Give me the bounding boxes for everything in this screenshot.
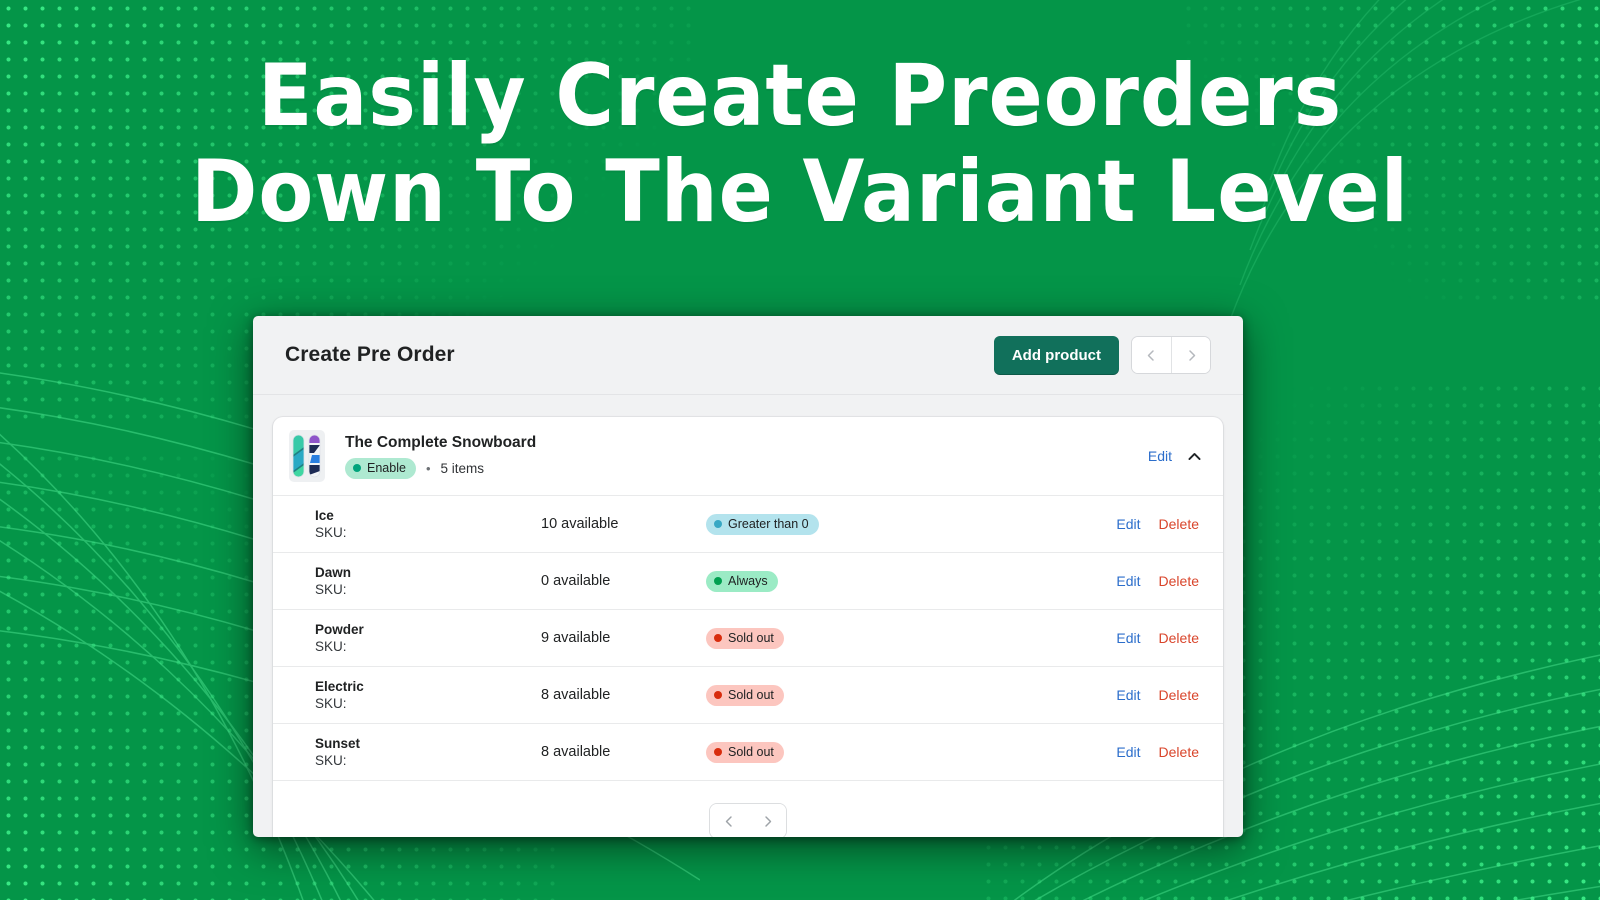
header-pagination bbox=[1131, 336, 1211, 374]
variant-name-cell: Ice SKU: bbox=[289, 507, 541, 541]
product-header-row: The Complete Snowboard Enable • 5 items … bbox=[273, 417, 1223, 495]
product-meta: Enable • 5 items bbox=[345, 457, 1134, 479]
page-title: Create Pre Order bbox=[285, 343, 455, 366]
variant-availability: 0 available bbox=[541, 573, 611, 589]
headline-line-2: Down To The Variant Level bbox=[191, 142, 1409, 242]
variant-edit-link[interactable]: Edit bbox=[1116, 687, 1140, 703]
variant-badge-cell: Greater than 0 bbox=[706, 513, 1116, 535]
header-next-page-button[interactable] bbox=[1171, 337, 1210, 373]
variant-edit-link[interactable]: Edit bbox=[1116, 630, 1140, 646]
variant-row: Electric SKU: 8 available Sold out Edit Delet… bbox=[273, 666, 1223, 723]
variant-sku: SKU: bbox=[315, 696, 347, 711]
variant-availability: 8 available bbox=[541, 687, 611, 703]
variant-row: Dawn SKU: 0 available Always Edit Delete bbox=[273, 552, 1223, 609]
variant-availability: 10 available bbox=[541, 516, 619, 532]
variant-status-badge: Greater than 0 bbox=[706, 513, 819, 535]
variant-delete-link[interactable]: Delete bbox=[1159, 516, 1199, 532]
variant-sku: SKU: bbox=[315, 525, 347, 540]
variant-sku: SKU: bbox=[315, 639, 347, 654]
chevron-right-icon bbox=[1188, 349, 1195, 361]
variant-delete-link[interactable]: Delete bbox=[1159, 687, 1199, 703]
variant-delete-link[interactable]: Delete bbox=[1159, 744, 1199, 760]
headline: Easily Create Preorders Down To The Vari… bbox=[0, 48, 1600, 240]
footer-next-page-button[interactable] bbox=[748, 804, 786, 837]
app-window: Create Pre Order Add product The Complet… bbox=[253, 316, 1243, 837]
headline-line-1: Easily Create Preorders bbox=[257, 46, 1343, 146]
chevron-left-icon bbox=[1147, 349, 1154, 361]
status-dot-icon bbox=[714, 577, 722, 585]
variant-status-badge: Sold out bbox=[706, 741, 784, 763]
variant-status-label: Sold out bbox=[728, 744, 774, 759]
variant-status-badge: Sold out bbox=[706, 684, 784, 706]
variant-rows: Ice SKU: 10 available Greater than 0 Edit Del… bbox=[273, 495, 1223, 780]
variant-name: Ice bbox=[315, 508, 334, 523]
footer-prev-page-button[interactable] bbox=[710, 804, 748, 837]
status-dot-icon bbox=[714, 691, 722, 699]
variant-status-badge: Sold out bbox=[706, 627, 784, 649]
variant-name: Sunset bbox=[315, 736, 361, 751]
variant-sku: SKU: bbox=[315, 753, 347, 768]
product-card: The Complete Snowboard Enable • 5 items … bbox=[273, 417, 1223, 837]
header-actions: Add product bbox=[993, 335, 1211, 375]
variant-badge-cell: Sold out bbox=[706, 627, 1116, 649]
product-edit-link[interactable]: Edit bbox=[1148, 448, 1172, 464]
variant-status-label: Sold out bbox=[728, 687, 774, 702]
variant-badge-cell: Sold out bbox=[706, 741, 1116, 763]
chevron-left-icon bbox=[725, 815, 732, 827]
variant-delete-link[interactable]: Delete bbox=[1159, 573, 1199, 589]
window-header: Create Pre Order Add product bbox=[253, 316, 1243, 395]
variant-name-cell: Dawn SKU: bbox=[289, 564, 541, 598]
variant-name-cell: Electric SKU: bbox=[289, 678, 541, 712]
status-dot-icon bbox=[714, 748, 722, 756]
footer-pagination bbox=[709, 803, 787, 837]
status-dot-icon bbox=[714, 520, 722, 528]
variant-availability: 9 available bbox=[541, 630, 611, 646]
status-dot-icon bbox=[353, 464, 361, 472]
variant-sku: SKU: bbox=[315, 582, 347, 597]
product-status-label: Enable bbox=[367, 460, 406, 475]
variant-status-label: Sold out bbox=[728, 630, 774, 645]
variant-edit-link[interactable]: Edit bbox=[1116, 516, 1140, 532]
variant-edit-link[interactable]: Edit bbox=[1116, 573, 1140, 589]
product-status-badge: Enable bbox=[345, 457, 416, 479]
variant-status-label: Always bbox=[728, 573, 768, 588]
snowboard-thumbnail-icon bbox=[292, 434, 321, 478]
product-header-actions: Edit bbox=[1148, 448, 1203, 465]
product-name: The Complete Snowboard bbox=[345, 433, 537, 451]
chevron-up-icon bbox=[1188, 452, 1201, 460]
variant-name: Electric bbox=[315, 679, 364, 694]
variant-name: Dawn bbox=[315, 565, 352, 580]
product-collapse-toggle[interactable] bbox=[1186, 448, 1203, 465]
variant-status-badge: Always bbox=[706, 570, 778, 592]
chevron-right-icon bbox=[764, 815, 771, 827]
variant-name: Powder bbox=[315, 622, 364, 637]
variant-badge-cell: Always bbox=[706, 570, 1116, 592]
variant-row: Sunset SKU: 8 available Sold out Edit Delete bbox=[273, 723, 1223, 780]
variant-actions: Edit Delete bbox=[1116, 744, 1203, 760]
variant-actions: Edit Delete bbox=[1116, 573, 1203, 589]
variant-edit-link[interactable]: Edit bbox=[1116, 744, 1140, 760]
snowboard-thumbnail bbox=[289, 430, 325, 482]
product-info: The Complete Snowboard Enable • 5 items bbox=[339, 434, 1134, 479]
variant-name-cell: Powder SKU: bbox=[289, 621, 541, 655]
status-dot-icon bbox=[714, 634, 722, 642]
variant-badge-cell: Sold out bbox=[706, 684, 1116, 706]
add-product-button[interactable]: Add product bbox=[993, 335, 1119, 375]
header-prev-page-button[interactable] bbox=[1132, 337, 1171, 373]
card-footer bbox=[273, 780, 1223, 837]
item-count: 5 items bbox=[440, 460, 485, 476]
variant-row: Powder SKU: 9 available Sold out Edit Delete bbox=[273, 609, 1223, 666]
variant-status-label: Greater than 0 bbox=[728, 516, 809, 531]
variant-delete-link[interactable]: Delete bbox=[1159, 630, 1199, 646]
variant-row: Ice SKU: 10 available Greater than 0 Edit Del… bbox=[273, 495, 1223, 552]
variant-availability: 8 available bbox=[541, 744, 611, 760]
variant-actions: Edit Delete bbox=[1116, 687, 1203, 703]
variant-actions: Edit Delete bbox=[1116, 516, 1203, 532]
meta-separator: • bbox=[425, 460, 431, 476]
variant-actions: Edit Delete bbox=[1116, 630, 1203, 646]
variant-name-cell: Sunset SKU: bbox=[289, 735, 541, 769]
